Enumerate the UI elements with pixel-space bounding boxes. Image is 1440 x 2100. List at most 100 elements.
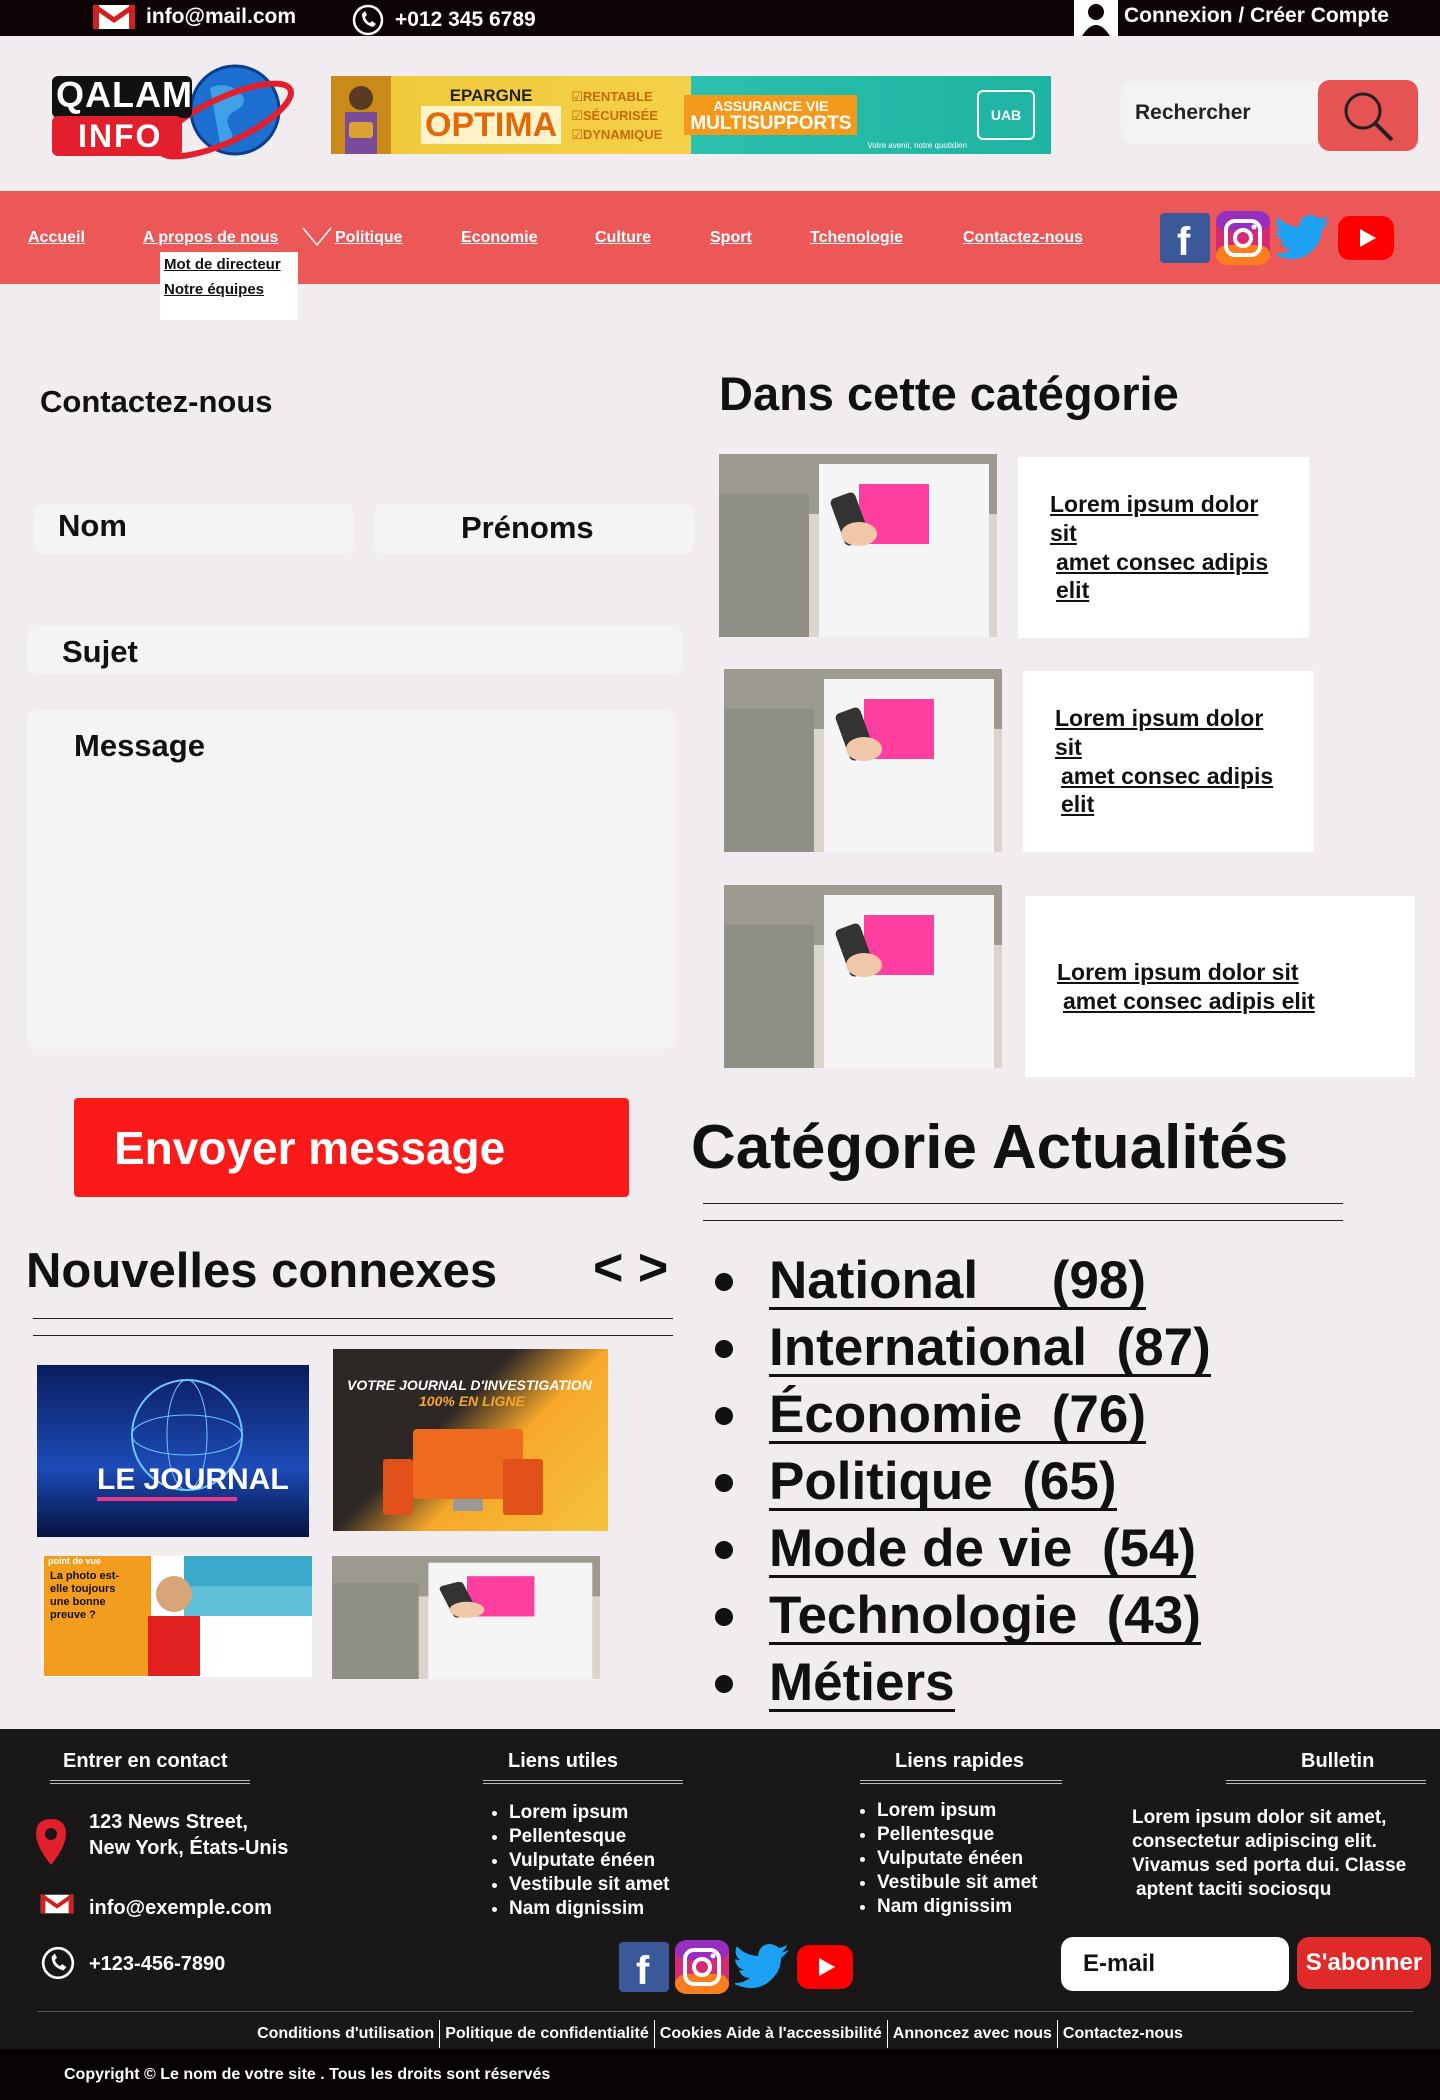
search-input[interactable]: Rechercher	[1121, 82, 1317, 144]
devices-image	[383, 1429, 543, 1515]
ad-brand-logo: UAB	[977, 90, 1035, 140]
footer-useful-list: Lorem ipsum Pellentesque Vulputate énéen…	[485, 1801, 670, 1921]
nom-field[interactable]: Nom	[33, 504, 354, 554]
footer-useful-link[interactable]: Nam dignissim	[509, 1897, 670, 1921]
footer-contact-title: Entrer en contact	[63, 1750, 228, 1772]
facebook-icon[interactable]: f	[1160, 213, 1210, 263]
copyright-bar: Copyright © Le nom de votre site . Tous …	[0, 2049, 1440, 2100]
category-card-2-image[interactable]	[724, 669, 1002, 852]
link-cookies-accessibilite[interactable]: Cookies Aide à l'accessibilité	[655, 2025, 887, 2043]
ad-check-2: SÉCURISÉE	[582, 107, 659, 123]
cat-name: Économie	[769, 1384, 1023, 1444]
nav-sport[interactable]: Sport	[710, 229, 752, 247]
footer-useful-link[interactable]: Lorem ipsum	[509, 1801, 670, 1825]
thumb2-line1: VOTRE JOURNAL D'INVESTIGATION	[347, 1377, 592, 1393]
card-3-line2: amet consec adipis elit	[1063, 987, 1315, 1014]
twitter-icon[interactable]	[735, 1944, 791, 1990]
category-card-3-image[interactable]	[724, 885, 1002, 1068]
sujet-placeholder: Sujet	[62, 634, 138, 669]
subscribe-button[interactable]: S'abonner	[1297, 1937, 1431, 1989]
link-contactez[interactable]: Contactez-nous	[1058, 2025, 1188, 2043]
instagram-icon[interactable]	[1216, 211, 1270, 265]
footer-email[interactable]: info@exemple.com	[89, 1895, 272, 1921]
top-phone[interactable]: +012 345 6789	[351, 4, 536, 36]
related-thumb-4[interactable]	[332, 1556, 600, 1679]
mail-icon	[40, 1893, 74, 1914]
nav-politique[interactable]: Politique	[335, 229, 403, 247]
category-title: Dans cette catégorie	[719, 367, 1179, 420]
ad-big-label: OPTIMA	[421, 106, 562, 144]
copyright-text: Copyright © Le nom de votre site . Tous …	[64, 2065, 551, 2083]
category-card-3-text[interactable]: Lorem ipsum dolor sit amet consec adipis …	[1025, 896, 1415, 1077]
link-conditions[interactable]: Conditions d'utilisation	[252, 2025, 439, 2043]
dropdown-mot-directeur[interactable]: Mot de directeur	[164, 256, 294, 273]
chevron-down-icon[interactable]	[302, 227, 332, 247]
location-pin-icon	[36, 1819, 66, 1865]
related-thumb-2[interactable]: VOTRE JOURNAL D'INVESTIGATION 100% EN LI…	[333, 1349, 608, 1531]
nav-culture[interactable]: Culture	[595, 229, 651, 247]
cat-international[interactable]: International (87)	[715, 1315, 1211, 1382]
nav-accueil[interactable]: Accueil	[28, 229, 85, 247]
cat-politique[interactable]: Politique (65)	[715, 1449, 1211, 1516]
footer-useful-link[interactable]: Vulputate énéen	[509, 1849, 670, 1873]
nav-contactez-nous[interactable]: Contactez-nous	[963, 229, 1083, 247]
newsletter-email-input[interactable]: E-mail	[1061, 1937, 1289, 1991]
card-2-line1: Lorem ipsum dolor sit	[1055, 705, 1264, 760]
thumb3-tag: point de vue	[48, 1556, 102, 1566]
footer-useful-underline	[483, 1780, 683, 1784]
cat-national[interactable]: National (98)	[715, 1248, 1211, 1315]
cat-name: International	[769, 1317, 1088, 1377]
login-text[interactable]: Connexion / Créer Compte	[1124, 4, 1389, 28]
carousel-arrows-icon[interactable]: < >	[593, 1239, 668, 1297]
footer-quick-link[interactable]: Pellentesque	[877, 1823, 1038, 1847]
facebook-icon[interactable]: f	[619, 1942, 669, 1992]
cat-economie[interactable]: Économie (76)	[715, 1382, 1211, 1449]
site-logo[interactable]: QALAM INFO	[50, 58, 295, 168]
footer-useful-link[interactable]: Vestibule sit amet	[509, 1873, 670, 1897]
footer-quick-link[interactable]: Vestibule sit amet	[877, 1871, 1038, 1895]
dropdown-notre-equipes[interactable]: Notre équipes	[164, 281, 294, 298]
link-confidentialite[interactable]: Politique de confidentialité	[440, 2025, 654, 2043]
footer-quick-link[interactable]: Nam dignissim	[877, 1895, 1038, 1919]
instagram-icon[interactable]	[675, 1940, 729, 1994]
footer-quick-link[interactable]: Lorem ipsum	[877, 1799, 1038, 1823]
youtube-icon[interactable]	[1338, 216, 1394, 260]
footer-phone[interactable]: +123-456-7890	[89, 1951, 225, 1977]
twitter-icon[interactable]	[1276, 215, 1332, 261]
nav-tchenologie[interactable]: Tchenologie	[810, 229, 903, 247]
cat-count: (65)	[1022, 1451, 1117, 1511]
footer-quick-link[interactable]: Vulputate énéen	[877, 1847, 1038, 1871]
related-thumb-1[interactable]: LE JOURNAL	[37, 1365, 309, 1537]
cat-metiers[interactable]: Métiers	[715, 1650, 1211, 1717]
nav-economie[interactable]: Economie	[461, 229, 537, 247]
category-card-1-image[interactable]	[719, 454, 997, 637]
related-arrows[interactable]: < >	[593, 1238, 668, 1298]
message-field[interactable]: Message	[27, 710, 676, 1049]
category-card-2-text[interactable]: Lorem ipsum dolor sit amet consec adipis …	[1023, 671, 1314, 852]
bulletin-line: Vivamus sed porta dui. Classe	[1132, 1855, 1407, 1876]
top-email[interactable]: info@mail.com	[92, 4, 296, 30]
category-card-1-text[interactable]: Lorem ipsum dolor sit amet consec adipis …	[1018, 457, 1309, 638]
related-divider-2	[33, 1335, 673, 1336]
about-dropdown: Mot de directeur Notre équipes	[160, 252, 298, 320]
ad-checks: ☑RENTABLE ☑SÉCURISÉE ☑DYNAMIQUE	[571, 88, 663, 142]
footer-useful-link[interactable]: Pellentesque	[509, 1825, 670, 1849]
ad-check-1: RENTABLE	[582, 88, 653, 104]
search-button[interactable]	[1318, 80, 1418, 151]
send-message-button[interactable]: Envoyer message	[74, 1098, 629, 1197]
login-link[interactable]: Connexion / Créer Compte	[1124, 4, 1389, 28]
sujet-field[interactable]: Sujet	[27, 626, 683, 674]
prenoms-field[interactable]: Prénoms	[374, 504, 694, 554]
nav-a-propos[interactable]: A propos de nous	[143, 229, 278, 247]
ad-small-label: EPARGNE	[449, 86, 533, 105]
youtube-icon[interactable]	[797, 1945, 853, 1989]
phone-icon	[41, 1946, 75, 1980]
ad-banner[interactable]: EPARGNE OPTIMA ☑RENTABLE ☑SÉCURISÉE ☑DYN…	[331, 76, 1051, 154]
cat-mode-de-vie[interactable]: Mode de vie (54)	[715, 1516, 1211, 1583]
cat-name: Mode de vie	[769, 1518, 1073, 1578]
footer-address-1: 123 News Street,	[89, 1811, 248, 1833]
cat-technologie[interactable]: Technologie (43)	[715, 1583, 1211, 1650]
related-thumb-3[interactable]: point de vue La photo est-elle toujours …	[44, 1556, 312, 1677]
link-annoncez[interactable]: Annoncez avec nous	[888, 2025, 1057, 2043]
globe-grid-image	[97, 1379, 243, 1501]
